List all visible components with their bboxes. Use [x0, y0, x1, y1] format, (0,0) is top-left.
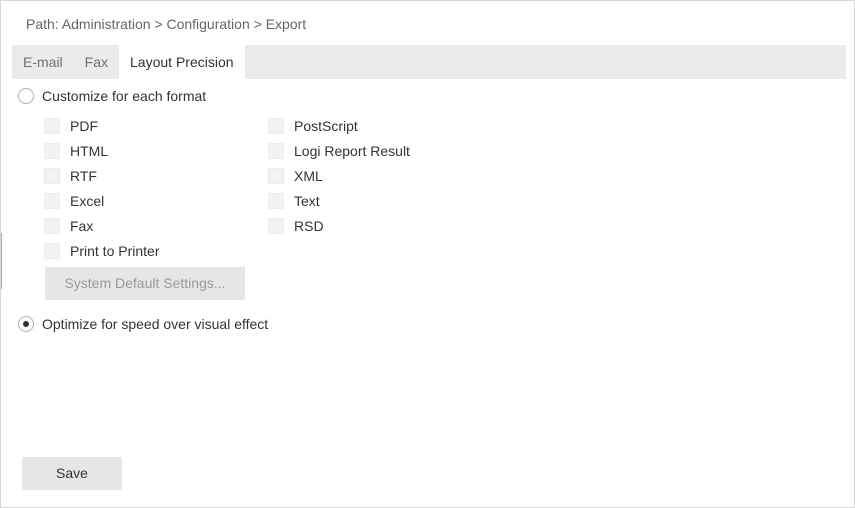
format-print-to-printer: Print to Printer — [44, 242, 159, 260]
tab-bar: E-mail Fax Layout Precision — [12, 45, 846, 79]
customize-label: Customize for each format — [42, 88, 207, 104]
save-button[interactable]: Save — [22, 457, 122, 490]
customize-radio[interactable] — [18, 88, 34, 104]
format-postscript-checkbox[interactable] — [268, 118, 284, 134]
tab-email[interactable]: E-mail — [12, 45, 74, 79]
format-postscript-label: PostScript — [294, 118, 358, 134]
format-xml-label: XML — [294, 168, 323, 184]
splitter-handle[interactable] — [1, 233, 2, 289]
optimize-label: Optimize for speed over visual effect — [42, 316, 269, 332]
format-rtf: RTF — [44, 167, 97, 185]
format-pdf-checkbox[interactable] — [44, 118, 60, 134]
export-config-panel: Path: Administration > Configuration > E… — [0, 0, 855, 508]
format-html: HTML — [44, 142, 108, 160]
format-rsd: RSD — [268, 217, 324, 235]
format-rtf-label: RTF — [70, 168, 97, 184]
system-default-settings-button[interactable]: System Default Settings... — [45, 267, 245, 300]
tab-layout-precision[interactable]: Layout Precision — [119, 45, 245, 79]
format-html-checkbox[interactable] — [44, 143, 60, 159]
customize-option[interactable]: Customize for each format — [18, 88, 206, 104]
format-logi-report-result-label: Logi Report Result — [294, 143, 410, 159]
tab-fax[interactable]: Fax — [74, 45, 119, 79]
format-xml: XML — [268, 167, 323, 185]
format-postscript: PostScript — [268, 117, 358, 135]
format-fax-label: Fax — [70, 218, 94, 234]
format-text-checkbox[interactable] — [268, 193, 284, 209]
format-excel: Excel — [44, 192, 104, 210]
format-pdf-label: PDF — [70, 118, 98, 134]
format-rtf-checkbox[interactable] — [44, 168, 60, 184]
format-text-label: Text — [294, 193, 320, 209]
format-html-label: HTML — [70, 143, 109, 159]
format-excel-label: Excel — [70, 193, 105, 209]
format-fax: Fax — [44, 217, 93, 235]
format-logi-report-result-checkbox[interactable] — [268, 143, 284, 159]
format-rsd-checkbox[interactable] — [268, 218, 284, 234]
format-logi-report-result: Logi Report Result — [268, 142, 410, 160]
optimize-radio[interactable] — [18, 316, 34, 332]
breadcrumb: Path: Administration > Configuration > E… — [26, 16, 307, 32]
format-rsd-label: RSD — [294, 218, 324, 234]
format-fax-checkbox[interactable] — [44, 218, 60, 234]
format-print-to-printer-label: Print to Printer — [70, 243, 160, 259]
format-xml-checkbox[interactable] — [268, 168, 284, 184]
format-pdf: PDF — [44, 117, 98, 135]
format-text: Text — [268, 192, 320, 210]
format-excel-checkbox[interactable] — [44, 193, 60, 209]
optimize-option[interactable]: Optimize for speed over visual effect — [18, 316, 268, 332]
format-print-to-printer-checkbox[interactable] — [44, 243, 60, 259]
